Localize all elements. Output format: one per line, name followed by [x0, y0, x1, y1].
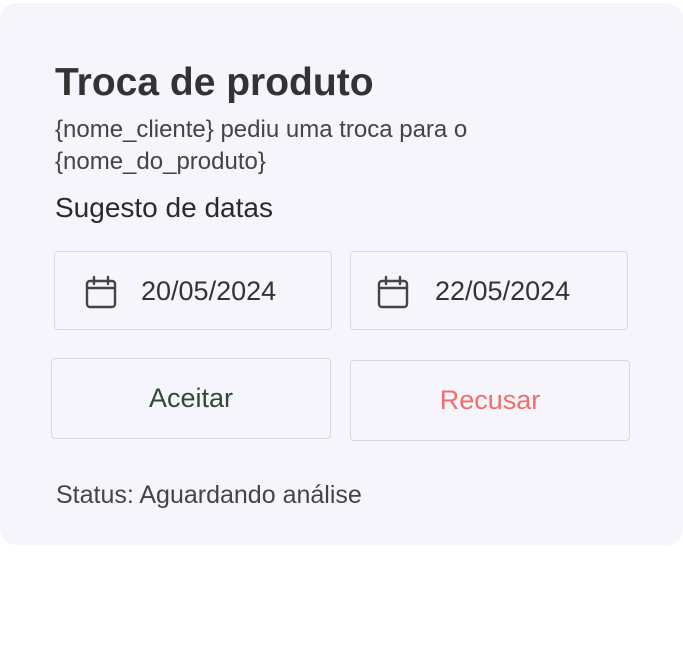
- date-value: 20/05/2024: [141, 276, 277, 306]
- accept-button[interactable]: Aceitar: [51, 358, 331, 439]
- date-option-1[interactable]: 20/05/2024: [54, 251, 332, 330]
- card-subtitle: {nome_cliente} pediu uma troca para o {n…: [55, 116, 468, 175]
- status-text: Status: Aguardando análise: [56, 481, 362, 509]
- calendar-icon: [85, 275, 117, 309]
- date-option-2[interactable]: 22/05/2024: [350, 251, 628, 330]
- date-value: 22/05/2024: [435, 276, 571, 306]
- calendar-icon: [377, 275, 409, 309]
- dates-label: Sugesto de datas: [55, 192, 273, 223]
- reject-button[interactable]: Recusar: [350, 360, 630, 441]
- exchange-request-card: Troca de produto {nome_cliente} pediu um…: [0, 3, 683, 545]
- card-title: Troca de produto: [55, 61, 374, 104]
